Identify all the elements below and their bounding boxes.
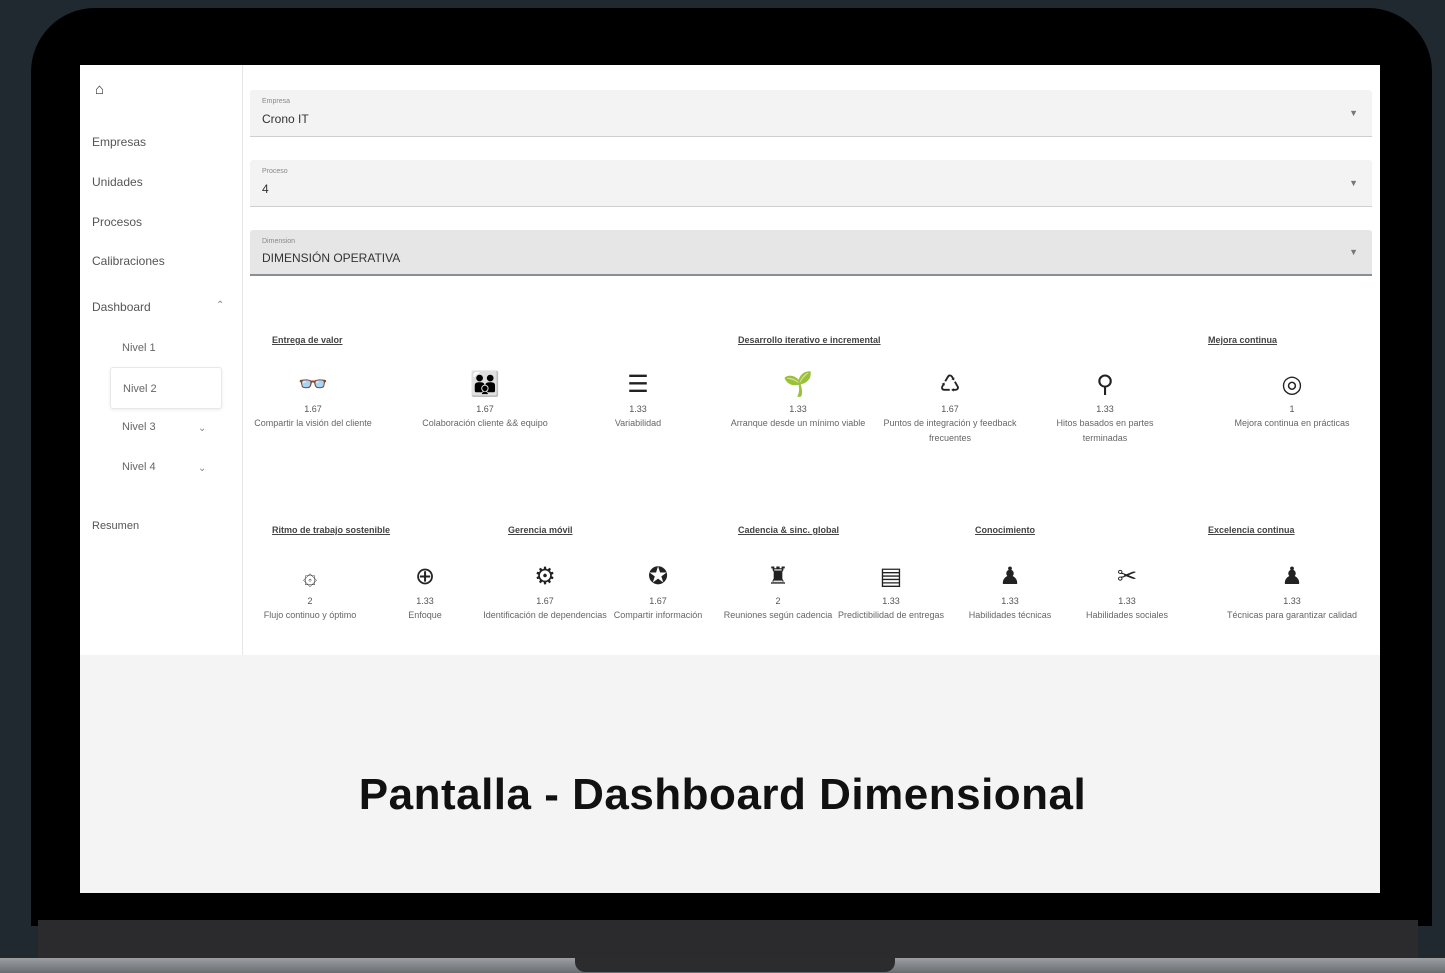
metric-label: Habilidades sociales: [1085, 610, 1169, 620]
laptop-base: [38, 920, 1418, 960]
metric-card: ✂ 1.33 Habilidades sociales: [1057, 562, 1197, 623]
main-content: Empresa Crono IT ▼ Proceso 4 ▼ Dimension…: [250, 65, 1376, 655]
metric-label: Hitos basados en partes terminadas: [1056, 418, 1154, 443]
feedback-icon: ♺: [939, 371, 961, 398]
metric-card: ♟ 1.33 Técnicas para garantizar calidad: [1212, 562, 1372, 623]
proceso-select[interactable]: Proceso 4 ▼: [250, 160, 1372, 207]
chevron-up-icon[interactable]: ⌃: [216, 300, 224, 311]
dropdown-arrow-icon: ▼: [1349, 108, 1358, 118]
sidebar-item-dashboard[interactable]: Dashboard: [92, 300, 151, 314]
proceso-select-value: 4: [262, 182, 269, 196]
glasses-icon: 👓: [298, 371, 328, 398]
people-icon: 👪: [470, 371, 500, 398]
metric-label: Variabilidad: [614, 418, 662, 428]
sidebar-item-procesos[interactable]: Procesos: [92, 215, 142, 229]
empresa-select[interactable]: Empresa Crono IT ▼: [250, 90, 1372, 137]
metric-value: 1.33: [1096, 404, 1114, 414]
metric-value: 1.67: [304, 404, 322, 414]
category-ritmo-de-trabajo: Ritmo de trabajo sostenible: [272, 525, 391, 535]
dimension-select-label: Dimension: [262, 238, 296, 245]
seedling-icon: 🌱: [783, 371, 813, 398]
sidebar-item-unidades[interactable]: Unidades: [92, 175, 143, 189]
sidebar-subitem-nivel-4[interactable]: Nivel 4: [122, 461, 156, 473]
target-icon: ◎: [1281, 371, 1303, 398]
sidebar-subitem-nivel-2[interactable]: Nivel 2: [110, 367, 222, 409]
metric-card: ◎ 1 Mejora continua en prácticas: [1212, 370, 1372, 431]
metric-label: Compartir la visión del cliente: [254, 418, 372, 428]
category-entrega-de-valor: Entrega de valor: [272, 335, 343, 345]
metric-label: Técnicas para garantizar calidad: [1226, 610, 1358, 620]
dimension-select[interactable]: Dimension DIMENSIÓN OPERATIVA ▼: [250, 230, 1372, 276]
metric-card: 👓 1.67 Compartir la visión del cliente: [243, 370, 383, 431]
metric-value: 1.33: [416, 596, 434, 606]
metric-value: 1.67: [476, 404, 494, 414]
metric-label: Mejora continua en prácticas: [1234, 418, 1350, 428]
metric-card: ⚲ 1.33 Hitos basados en partes terminada…: [1035, 370, 1175, 446]
category-gerencia-movil: Gerencia móvil: [508, 525, 573, 535]
share-icon: ✪: [647, 563, 669, 590]
dropdown-arrow-icon: ▼: [1349, 178, 1358, 188]
category-conocimiento: Conocimiento: [975, 525, 1035, 535]
metric-card: 👪 1.67 Colaboración cliente && equipo: [415, 370, 555, 431]
metric-value: 1.33: [1283, 596, 1301, 606]
category-cadencia-sinc-global: Cadencia & sinc. global: [738, 525, 840, 535]
metric-label: Puntos de integración y feedback frecuen…: [883, 418, 1017, 443]
category-excelencia-continua: Excelencia continua: [1208, 525, 1295, 535]
sidebar-item-empresas[interactable]: Empresas: [92, 135, 146, 149]
metric-label: Enfoque: [408, 610, 442, 620]
category-desarrollo-iterativo: Desarrollo iterativo e incremental: [738, 335, 881, 345]
home-icon[interactable]: ⌂: [95, 81, 104, 98]
sidebar-item-calibraciones[interactable]: Calibraciones: [92, 254, 165, 268]
laptop-notch: [575, 958, 895, 972]
empresa-select-value: Crono IT: [262, 112, 309, 126]
metric-value: 1.33: [1118, 596, 1136, 606]
category-mejora-continua: Mejora continua: [1208, 335, 1278, 345]
list-icon: ☰: [627, 371, 649, 398]
metric-card: ⊕ 1.33 Enfoque: [355, 562, 495, 623]
sidebar-item-resumen[interactable]: Resumen: [92, 520, 139, 532]
proceso-select-label: Proceso: [262, 168, 288, 175]
sidebar-subitem-nivel-1[interactable]: Nivel 1: [122, 342, 156, 354]
dimension-select-value: DIMENSIÓN OPERATIVA: [262, 251, 401, 265]
metric-label: Colaboración cliente && equipo: [422, 418, 548, 428]
chevron-down-icon[interactable]: ⌄: [198, 463, 206, 474]
metric-value: 1.33: [789, 404, 807, 414]
caption-title: Pantalla - Dashboard Dimensional: [358, 770, 1087, 819]
metric-label: Arranque desde un mínimo viable: [730, 418, 866, 428]
crosshair-icon: ⊕: [414, 563, 436, 590]
sidebar: ⌂ Empresas Unidades Procesos Calibracion…: [80, 65, 243, 655]
metric-card: 🌱 1.33 Arranque desde un mínimo viable: [728, 370, 868, 431]
metric-label: Compartir información: [613, 610, 703, 620]
metric-value: 1.67: [649, 596, 667, 606]
screen: ⌂ Empresas Unidades Procesos Calibracion…: [80, 65, 1380, 893]
metric-card: ☰ 1.33 Variabilidad: [568, 370, 708, 431]
metric-value: 1.67: [941, 404, 959, 414]
chevron-down-icon[interactable]: ⌄: [198, 423, 206, 434]
metric-card: ✪ 1.67 Compartir información: [588, 562, 728, 623]
social-skills-icon: ✂: [1116, 563, 1138, 590]
metric-card: ♺ 1.67 Puntos de integración y feedback …: [880, 370, 1020, 446]
quality-icon: ♟: [1281, 563, 1303, 590]
dropdown-arrow-icon: ▼: [1349, 247, 1358, 257]
app-window: ⌂ Empresas Unidades Procesos Calibracion…: [80, 65, 1380, 655]
metric-value: 1: [1289, 404, 1295, 414]
milestones-icon: ⚲: [1096, 371, 1114, 398]
sidebar-subitem-nivel-3[interactable]: Nivel 3: [122, 421, 156, 433]
metric-value: 1.33: [629, 404, 647, 414]
empresa-select-label: Empresa: [262, 98, 291, 105]
